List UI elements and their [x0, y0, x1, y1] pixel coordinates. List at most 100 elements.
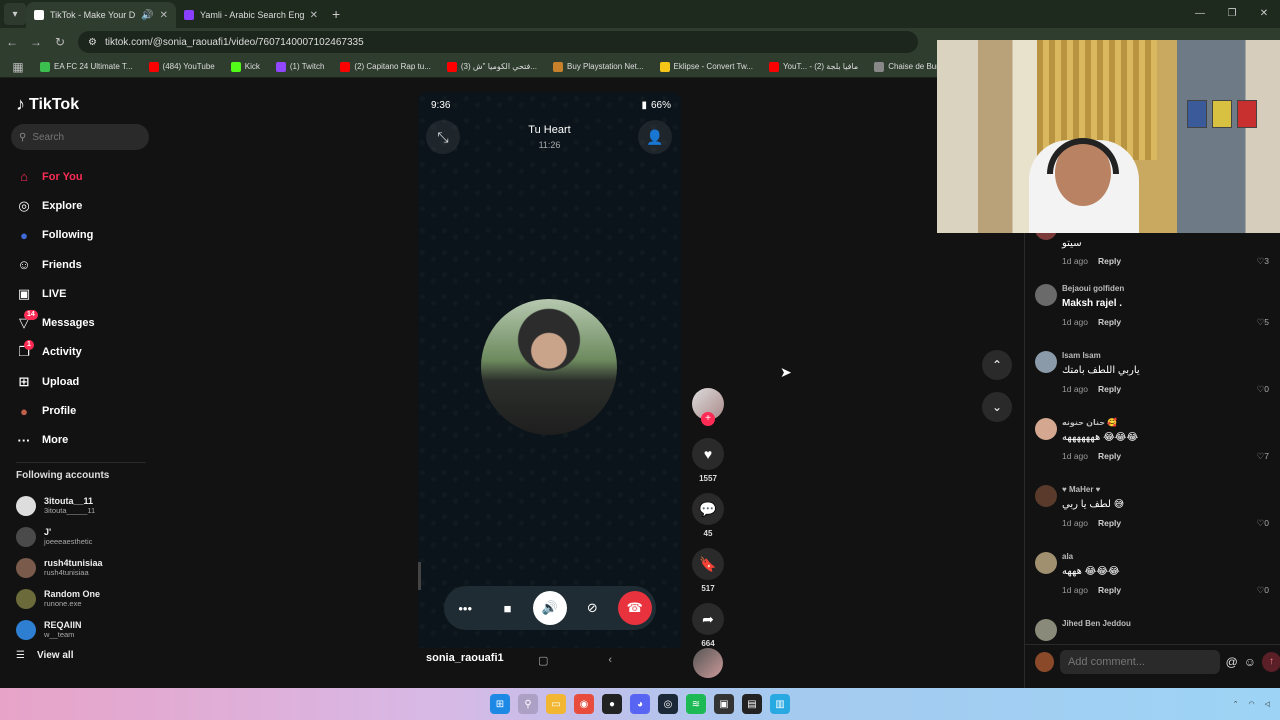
- comment-like[interactable]: ♡0: [1257, 384, 1269, 395]
- comment-icon[interactable]: 💬: [692, 493, 724, 525]
- restore-icon[interactable]: ❐: [1216, 0, 1248, 28]
- author-avatar[interactable]: +: [692, 388, 724, 426]
- send-comment-button[interactable]: ↑: [1262, 651, 1280, 672]
- previous-video-button[interactable]: ⌃: [982, 350, 1012, 380]
- spotify-icon[interactable]: ≋: [686, 694, 706, 714]
- reply-button[interactable]: Reply: [1098, 256, 1121, 266]
- comment-like[interactable]: ♡3: [1257, 256, 1269, 267]
- bookmark-item[interactable]: Kick: [225, 61, 266, 72]
- close-tab-icon[interactable]: ✕: [310, 10, 318, 21]
- comment-author[interactable]: ♥ MaHer ♥: [1062, 485, 1100, 494]
- sidebar-item-for-you[interactable]: ⌂ For You: [16, 162, 95, 191]
- sidebar-item-upload[interactable]: ⊞ Upload: [16, 367, 95, 396]
- next-video-button[interactable]: ⌄: [982, 392, 1012, 422]
- following-account-item[interactable]: Random One runone.exe: [16, 583, 103, 614]
- sidebar-item-live[interactable]: ▣ LIVE: [16, 279, 95, 308]
- search-input[interactable]: [32, 131, 133, 143]
- reply-button[interactable]: Reply: [1098, 451, 1121, 461]
- following-account-item[interactable]: rush4tunisiaa rush4tunisiaa: [16, 552, 103, 583]
- comment-author[interactable]: Jihed Ben Jeddou: [1062, 619, 1131, 628]
- bookmark-item[interactable]: EA FC 24 Ultimate T...: [34, 61, 139, 72]
- search-icon[interactable]: ⚲: [518, 694, 538, 714]
- app-icon[interactable]: ▣: [714, 694, 734, 714]
- reload-icon[interactable]: ↻: [48, 35, 72, 49]
- app-icon[interactable]: ●: [602, 694, 622, 714]
- comment-author[interactable]: حنان حنونه 🥰: [1062, 418, 1117, 427]
- chevron-up-icon[interactable]: ⌃: [1233, 700, 1239, 708]
- share-icon[interactable]: ➦: [692, 603, 724, 635]
- sidebar-item-messages[interactable]: ▽ 14 Messages: [16, 308, 95, 337]
- bookmark-item[interactable]: YouT... - مافيا بلجة (2): [763, 61, 864, 72]
- forward-icon[interactable]: →: [24, 35, 48, 49]
- comment-like[interactable]: ♡0: [1257, 585, 1269, 596]
- avatar[interactable]: [1035, 418, 1057, 440]
- site-info-icon[interactable]: ⚙: [88, 37, 97, 48]
- avatar[interactable]: [1035, 284, 1057, 306]
- music-disc-avatar[interactable]: [693, 648, 723, 678]
- comment-like[interactable]: ♡5: [1257, 317, 1269, 328]
- minimize-icon[interactable]: —: [1184, 0, 1216, 28]
- reply-button[interactable]: Reply: [1098, 585, 1121, 595]
- avatar[interactable]: [1035, 351, 1057, 373]
- sidebar-item-activity[interactable]: ❐ 1 Activity: [16, 338, 95, 367]
- following-account-item[interactable]: 3itouta__11 3itouta_____11: [16, 490, 103, 521]
- close-window-icon[interactable]: ✕: [1248, 0, 1280, 28]
- sidebar-item-following[interactable]: ● Following: [16, 221, 95, 250]
- url-input[interactable]: ⚙ tiktok.com/@sonia_raouafi1/video/76071…: [78, 31, 918, 53]
- sidebar-item-more[interactable]: ··· More: [16, 426, 95, 455]
- avatar[interactable]: [1035, 485, 1057, 507]
- bookmark-item[interactable]: (2) Capitano Rap tu...: [334, 61, 436, 72]
- comment-author[interactable]: Isam Isam: [1062, 351, 1101, 360]
- comment-like[interactable]: ♡0: [1257, 518, 1269, 529]
- volume-icon[interactable]: ◁: [1265, 700, 1270, 708]
- avatar[interactable]: [1035, 619, 1057, 641]
- epic-games-icon[interactable]: ▤: [742, 694, 762, 714]
- bookmark-item[interactable]: (484) YouTube: [143, 61, 221, 72]
- new-tab-button[interactable]: +: [332, 6, 340, 22]
- wifi-icon[interactable]: ◠: [1249, 700, 1255, 708]
- speaker-icon[interactable]: 🔊: [141, 10, 153, 21]
- back-icon[interactable]: ←: [0, 35, 24, 49]
- following-account-item[interactable]: REQAIIN w__team: [16, 614, 103, 645]
- heart-icon[interactable]: ♥: [692, 438, 724, 470]
- tab-yamli[interactable]: Yamli - Arabic Search Engine and ✕: [176, 2, 326, 28]
- mention-icon[interactable]: @: [1226, 655, 1238, 669]
- bookmark-item[interactable]: (1) Twitch: [270, 61, 331, 72]
- discord-icon[interactable]: ◕: [630, 694, 650, 714]
- tiktok-logo[interactable]: ♪ TikTok: [16, 94, 79, 115]
- sidebar-item-friends[interactable]: ☺ Friends: [16, 250, 95, 279]
- windows-start-icon[interactable]: ⊞: [490, 694, 510, 714]
- emoji-icon[interactable]: ☺: [1244, 655, 1256, 669]
- avatar: [16, 619, 36, 640]
- view-all-link[interactable]: ☰ View all: [16, 650, 73, 661]
- close-tab-icon[interactable]: ✕: [160, 10, 168, 21]
- chrome-icon[interactable]: ◉: [574, 694, 594, 714]
- follow-plus-icon[interactable]: +: [701, 412, 715, 426]
- bookmark-item[interactable]: (3) فتحي الكوميا "ش...: [441, 61, 543, 72]
- bookmark-icon[interactable]: 🔖: [692, 548, 724, 580]
- comment-input[interactable]: [1059, 649, 1220, 674]
- reply-button[interactable]: Reply: [1098, 317, 1121, 327]
- comment-author[interactable]: Bejaoui golfiden: [1062, 284, 1124, 293]
- seek-handle[interactable]: [418, 562, 421, 590]
- tab-tiktok[interactable]: TikTok - Make Your Day 🔊 ✕: [26, 2, 176, 28]
- avatar[interactable]: [1035, 552, 1057, 574]
- bookmark-item[interactable]: Buy Playstation Net...: [547, 61, 649, 72]
- steam-icon[interactable]: ◎: [658, 694, 678, 714]
- comment-author[interactable]: ala: [1062, 552, 1073, 561]
- apps-grid-icon[interactable]: ▦: [6, 60, 30, 74]
- sidebar-divider: [16, 462, 146, 463]
- reply-button[interactable]: Reply: [1098, 518, 1121, 528]
- search-box[interactable]: ⚲: [11, 124, 149, 150]
- comment-like[interactable]: ♡7: [1257, 451, 1269, 462]
- reply-button[interactable]: Reply: [1098, 384, 1121, 394]
- app-icon[interactable]: ▥: [770, 694, 790, 714]
- video-author-username[interactable]: sonia_raouafi1: [426, 652, 504, 664]
- sidebar-item-profile[interactable]: ● Profile: [16, 396, 95, 425]
- tab-search-button[interactable]: ▾: [4, 3, 26, 25]
- following-account-item[interactable]: J' joeeeaesthetic: [16, 521, 103, 552]
- bookmark-item[interactable]: Eklipse - Convert Tw...: [654, 61, 759, 72]
- video-player[interactable]: 9:36 ▮ 66% ⤡ 👤 Tu Heart 11:26 ••• ■ 🔊 ⊘ …: [418, 92, 681, 676]
- sidebar-item-explore[interactable]: ◎ Explore: [16, 191, 95, 220]
- file-explorer-icon[interactable]: ▭: [546, 694, 566, 714]
